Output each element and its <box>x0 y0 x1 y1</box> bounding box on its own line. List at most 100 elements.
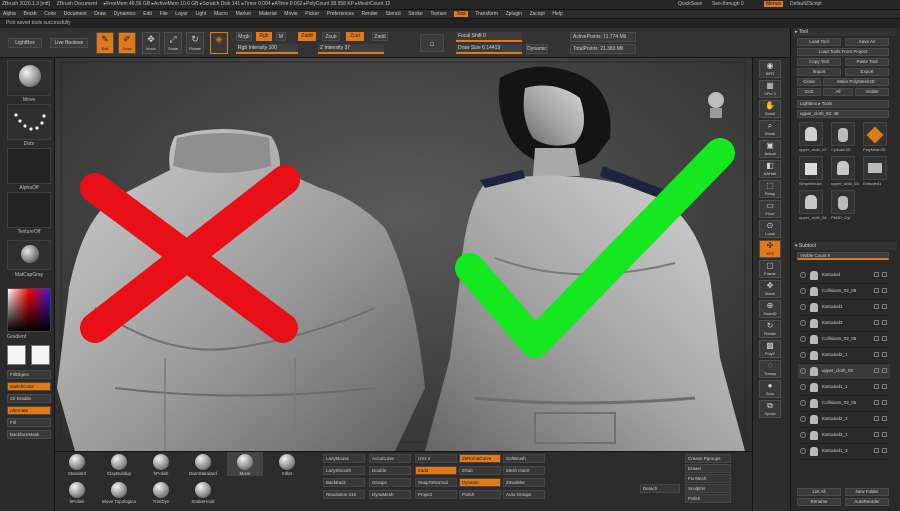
eye-icon[interactable] <box>800 288 806 294</box>
brush-icon[interactable] <box>882 368 887 373</box>
subtool-row[interactable]: Extruded3 <box>798 316 890 332</box>
tool-thumb-extruded[interactable] <box>863 156 887 180</box>
visible-count-slider[interactable]: Visible Count 9 <box>797 252 889 260</box>
subtool-row-selected[interactable]: upper_cloth_02 <box>798 364 890 380</box>
subtool-row[interactable]: Extruded1 <box>798 300 890 316</box>
lock-icon[interactable] <box>874 304 879 309</box>
zadd-bottom-button[interactable]: Zadd <box>415 466 457 475</box>
lock-icon[interactable] <box>874 352 879 357</box>
subtool-row[interactable]: Extruded2_2 <box>798 412 890 428</box>
menu-dynamics[interactable]: Dynamics <box>114 11 136 17</box>
stroke-thumbnail[interactable] <box>7 104 51 140</box>
subtool-row[interactable]: Collisions_02_06 <box>798 396 890 412</box>
eye-icon[interactable] <box>800 304 806 310</box>
menu-material[interactable]: Material <box>259 11 277 17</box>
eye-icon[interactable] <box>800 384 806 390</box>
switch-color-button[interactable]: SwitchColor <box>7 382 51 391</box>
menu-zscript[interactable]: Zscript <box>530 11 545 17</box>
menu-transform[interactable]: Transform <box>475 11 498 17</box>
snap-to-normal-button[interactable]: SnapToNormal <box>415 478 457 487</box>
menu-document[interactable]: Document <box>64 11 87 17</box>
rgb-intensity-slider[interactable]: Rgb Intensity 100 <box>236 44 298 54</box>
lock-icon[interactable] <box>874 432 879 437</box>
alpha-thumbnail[interactable] <box>7 148 51 184</box>
lazysmooth-button[interactable]: LazySmooth <box>323 466 365 475</box>
tool-thumb-pm3d-cyl[interactable] <box>831 190 855 214</box>
eye-icon[interactable] <box>800 352 806 358</box>
zsub-button[interactable]: Zsub <box>322 32 340 41</box>
live-boolean-button[interactable]: Live Boolean <box>50 38 88 48</box>
goz-button[interactable]: GoZ <box>797 88 821 96</box>
eye-icon[interactable] <box>800 320 806 326</box>
tool-thumb-upper-cloth-3[interactable] <box>831 156 855 180</box>
fill-object-button[interactable]: FillObject <box>7 370 51 379</box>
tool-thumb-upper-cloth-4[interactable] <box>799 190 823 214</box>
eye-icon[interactable] <box>800 336 806 342</box>
polyf-button[interactable]: ▩ PolyF <box>759 340 781 358</box>
mrgb-button[interactable]: Mrgb <box>236 32 252 41</box>
brush-icon[interactable] <box>882 416 887 421</box>
xyz-button[interactable]: ✣ XYZ <box>759 240 781 258</box>
import-button[interactable]: Import <box>797 68 841 76</box>
export-button[interactable]: Export <box>845 68 889 76</box>
edit-button[interactable]: ✎ Edit <box>96 32 114 54</box>
menu-help[interactable]: Help <box>552 11 562 17</box>
crease-pgroups-button[interactable]: Crease Pgroups <box>685 454 731 463</box>
zoom3d-button[interactable]: ⊕ ZoomD <box>759 300 781 318</box>
tool-thumb-polymesh[interactable] <box>863 122 887 146</box>
lock-icon[interactable] <box>874 288 879 293</box>
brush-icon[interactable] <box>882 288 887 293</box>
quicksave-button[interactable]: QuickSave <box>678 1 702 7</box>
menu-movie[interactable]: Movie <box>284 11 297 17</box>
rename-button[interactable]: Rename <box>797 498 841 506</box>
dynamesh-button[interactable]: DynaMesh <box>369 490 411 499</box>
move-button[interactable]: ✥ Move <box>142 32 160 54</box>
canvas-viewport[interactable] <box>55 58 752 451</box>
visible-button[interactable]: Visible <box>855 88 889 96</box>
subtool-row[interactable]: Collisions_02_09 <box>798 284 890 300</box>
secondary-color-swatch[interactable] <box>31 345 50 365</box>
subtool-row[interactable]: Extruded1_3 <box>798 444 890 460</box>
list-all-button[interactable]: List All <box>797 488 841 496</box>
subtool-row[interactable]: Extruded3_1 <box>798 428 890 444</box>
menu-stencil[interactable]: Stencil <box>386 11 401 17</box>
dynamic-button[interactable]: ⌂ <box>420 34 444 52</box>
default-script-button[interactable]: DefaultZScript <box>790 1 822 7</box>
z-intensity-slider[interactable]: Z Intensity 37 <box>318 44 384 54</box>
brush-thumbnail[interactable] <box>7 60 51 96</box>
xpose-button[interactable]: ⧉ Xpose <box>759 400 781 418</box>
clone-button[interactable]: Clone <box>797 78 821 86</box>
paste-tool-button[interactable]: Paste Tool <box>845 58 889 66</box>
sculptris-button[interactable]: Sculptris <box>685 484 731 493</box>
dynamic-bottom-button[interactable]: Dynamic <box>459 478 501 487</box>
gyro-button[interactable]: ◈ <box>210 32 228 54</box>
menu-preferences[interactable]: Preferences <box>327 11 354 17</box>
solo-button[interactable]: ● Solo <box>759 380 781 398</box>
polish-right-button[interactable]: Polish <box>685 494 731 503</box>
lock-icon[interactable] <box>874 400 879 405</box>
menu-macro[interactable]: Macro <box>214 11 228 17</box>
tool-thumb-cylinder[interactable] <box>831 122 855 146</box>
menu-brush[interactable]: Brush <box>23 11 36 17</box>
brush-icon[interactable] <box>882 352 887 357</box>
menu-tool[interactable]: Tool <box>454 11 468 17</box>
m-button[interactable]: M <box>276 32 286 41</box>
eye-icon[interactable] <box>800 272 806 278</box>
spix-button[interactable]: ▦ SPix 3 <box>759 80 781 98</box>
copy-tool-button[interactable]: Copy Tool <box>797 58 841 66</box>
brush-icon[interactable] <box>882 448 887 453</box>
draw-button[interactable]: ✐ Draw <box>118 32 136 54</box>
zcut-button[interactable]: Zcut <box>346 32 364 41</box>
menu-texture[interactable]: Texture <box>430 11 446 17</box>
menu-layer[interactable]: Layer <box>175 11 188 17</box>
color-picker[interactable] <box>7 288 51 332</box>
brush-move-topological[interactable]: Move Topologica <box>101 480 137 504</box>
lock-icon[interactable] <box>874 448 879 453</box>
autoreorder-button[interactable]: AutoReorder <box>845 498 889 506</box>
tool-thumb-upper-cloth[interactable] <box>799 122 823 146</box>
tool-thumb-simple-brush[interactable] <box>799 156 823 180</box>
menus-button[interactable]: Menus <box>764 1 784 7</box>
brush-snakehook[interactable]: SnakeHook <box>185 480 221 504</box>
polish-button[interactable]: Polish <box>459 490 501 499</box>
focal-shift-slider[interactable]: Focal Shift 0 <box>456 32 522 42</box>
